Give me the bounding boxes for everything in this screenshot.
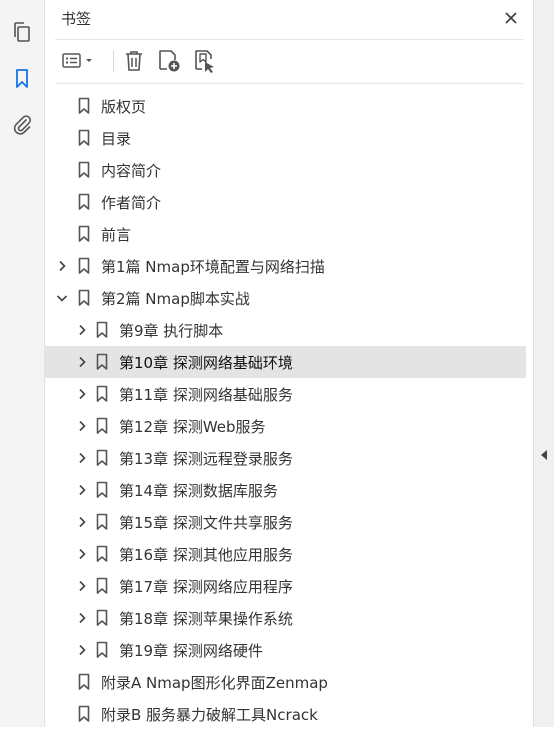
bookmark-item-icon xyxy=(96,609,110,627)
bookmark-item[interactable]: 第10章 探测网络基础环境 xyxy=(45,346,526,378)
bookmark-item-icon xyxy=(96,641,110,659)
bookmark-item[interactable]: 前言 xyxy=(45,218,533,250)
bookmark-label: 第9章 执行脚本 xyxy=(119,321,224,340)
bookmark-label: 附录A Nmap图形化界面Zenmap xyxy=(101,673,328,692)
document-pane-edge xyxy=(533,0,554,727)
panel-title: 书签 xyxy=(61,10,92,28)
bookmark-item[interactable]: 内容简介 xyxy=(45,154,533,186)
chevron-right-icon[interactable] xyxy=(74,610,90,626)
delete-bookmark-button[interactable] xyxy=(119,46,149,76)
bookmark-label: 第18章 探测苹果操作系统 xyxy=(119,609,293,628)
bookmark-item-icon xyxy=(96,513,110,531)
bookmark-item-icon xyxy=(78,129,92,147)
bookmark-item[interactable]: 第18章 探测苹果操作系统 xyxy=(45,602,533,634)
bookmark-label: 第13章 探测远程登录服务 xyxy=(119,449,293,468)
bookmark-item[interactable]: 第13章 探测远程登录服务 xyxy=(45,442,533,474)
collapse-panel-handle[interactable] xyxy=(539,446,549,464)
bookmark-label: 第17章 探测网络应用程序 xyxy=(119,577,293,596)
bookmark-item[interactable]: 第15章 探测文件共享服务 xyxy=(45,506,533,538)
pages-icon[interactable] xyxy=(8,18,36,46)
chevron-right-icon[interactable] xyxy=(74,386,90,402)
bookmark-item[interactable]: 第16章 探测其他应用服务 xyxy=(45,538,533,570)
close-button[interactable] xyxy=(499,6,523,30)
bookmark-item[interactable]: 附录B 服务暴力破解工具Ncrack xyxy=(45,698,533,730)
left-nav-rail xyxy=(0,0,45,727)
bookmark-item-icon xyxy=(78,673,92,691)
chevron-right-icon[interactable] xyxy=(74,514,90,530)
bookmark-label: 作者简介 xyxy=(101,193,162,212)
bookmark-item-icon xyxy=(78,225,92,243)
new-bookmark-button[interactable] xyxy=(153,46,185,76)
bookmark-item-icon xyxy=(96,417,110,435)
header-divider xyxy=(55,39,523,40)
toolbar-separator xyxy=(113,50,114,72)
bookmark-item[interactable]: 第1篇 Nmap环境配置与网络扫描 xyxy=(45,250,533,282)
find-bookmark-button[interactable] xyxy=(189,46,221,76)
bookmark-item-icon xyxy=(96,353,110,371)
bookmark-label: 版权页 xyxy=(101,97,147,116)
bookmark-item[interactable]: 第2篇 Nmap脚本实战 xyxy=(45,282,533,314)
bookmark-label: 第10章 探测网络基础环境 xyxy=(119,353,293,372)
bookmark-label: 第1篇 Nmap环境配置与网络扫描 xyxy=(101,257,325,276)
bookmark-item[interactable]: 作者简介 xyxy=(45,186,533,218)
bookmark-label: 第11章 探测网络基础服务 xyxy=(119,385,293,404)
chevron-right-icon[interactable] xyxy=(74,546,90,562)
bookmark-item-icon xyxy=(78,193,92,211)
bookmark-item-icon xyxy=(96,449,110,467)
bookmark-item[interactable]: 版权页 xyxy=(45,90,533,122)
bookmark-item-icon xyxy=(78,97,92,115)
delete-icon xyxy=(126,51,142,71)
bookmark-label: 目录 xyxy=(101,129,132,148)
options-menu-icon xyxy=(62,53,92,68)
bookmarks-panel: 书签 版权页 目录 内容简介 作者简介 前言 第1篇 Nmap环境配置与网络扫描… xyxy=(45,0,533,727)
bookmark-label: 第19章 探测网络硬件 xyxy=(119,641,263,660)
bookmark-label: 第15章 探测文件共享服务 xyxy=(119,513,293,532)
find-bookmark-icon xyxy=(195,50,214,73)
bookmark-label: 附录B 服务暴力破解工具Ncrack xyxy=(101,705,318,724)
bookmark-item[interactable]: 第12章 探测Web服务 xyxy=(45,410,533,442)
chevron-right-icon[interactable] xyxy=(74,482,90,498)
bookmark-item-icon xyxy=(78,257,92,275)
bookmark-item[interactable]: 附录A Nmap图形化界面Zenmap xyxy=(45,666,533,698)
bookmark-item-icon xyxy=(96,481,110,499)
bookmark-item[interactable]: 目录 xyxy=(45,122,533,154)
triangle-left-icon xyxy=(541,450,547,460)
chevron-right-icon[interactable] xyxy=(54,258,70,274)
bookmark-item-icon xyxy=(96,385,110,403)
chevron-right-icon[interactable] xyxy=(74,322,90,338)
bookmark-item[interactable]: 第11章 探测网络基础服务 xyxy=(45,378,533,410)
bookmark-item[interactable]: 第14章 探测数据库服务 xyxy=(45,474,533,506)
bookmark-label: 第14章 探测数据库服务 xyxy=(119,481,278,500)
new-bookmark-icon xyxy=(159,50,180,72)
bookmark-item-icon xyxy=(96,545,110,563)
options-menu-button[interactable] xyxy=(59,46,99,76)
bookmark-label: 内容简介 xyxy=(101,161,162,180)
close-icon xyxy=(505,12,517,24)
attachment-icon[interactable] xyxy=(8,111,36,139)
bookmark-item[interactable]: 第19章 探测网络硬件 xyxy=(45,634,533,666)
chevron-right-icon[interactable] xyxy=(74,578,90,594)
bookmark-item[interactable]: 第9章 执行脚本 xyxy=(45,314,533,346)
bookmark-label: 第12章 探测Web服务 xyxy=(119,417,266,436)
bookmark-item-icon xyxy=(78,161,92,179)
bookmark-item-icon xyxy=(96,577,110,595)
chevron-right-icon[interactable] xyxy=(74,642,90,658)
chevron-right-icon[interactable] xyxy=(74,418,90,434)
bookmark-item-icon xyxy=(78,289,92,307)
bookmark-icon[interactable] xyxy=(8,65,36,93)
bookmark-item-icon xyxy=(96,321,110,339)
chevron-right-icon[interactable] xyxy=(74,354,90,370)
bookmark-label: 第16章 探测其他应用服务 xyxy=(119,545,293,564)
bookmark-label: 前言 xyxy=(101,225,132,244)
bookmark-item-icon xyxy=(78,705,92,723)
chevron-right-icon[interactable] xyxy=(74,450,90,466)
bookmark-item[interactable]: 第17章 探测网络应用程序 xyxy=(45,570,533,602)
chevron-down-icon[interactable] xyxy=(54,290,70,306)
toolbar-divider xyxy=(55,83,523,84)
bookmark-tree: 版权页目录内容简介作者简介前言第1篇 Nmap环境配置与网络扫描 第2篇 Nmap… xyxy=(45,90,533,730)
bookmark-label: 第2篇 Nmap脚本实战 xyxy=(101,289,250,308)
